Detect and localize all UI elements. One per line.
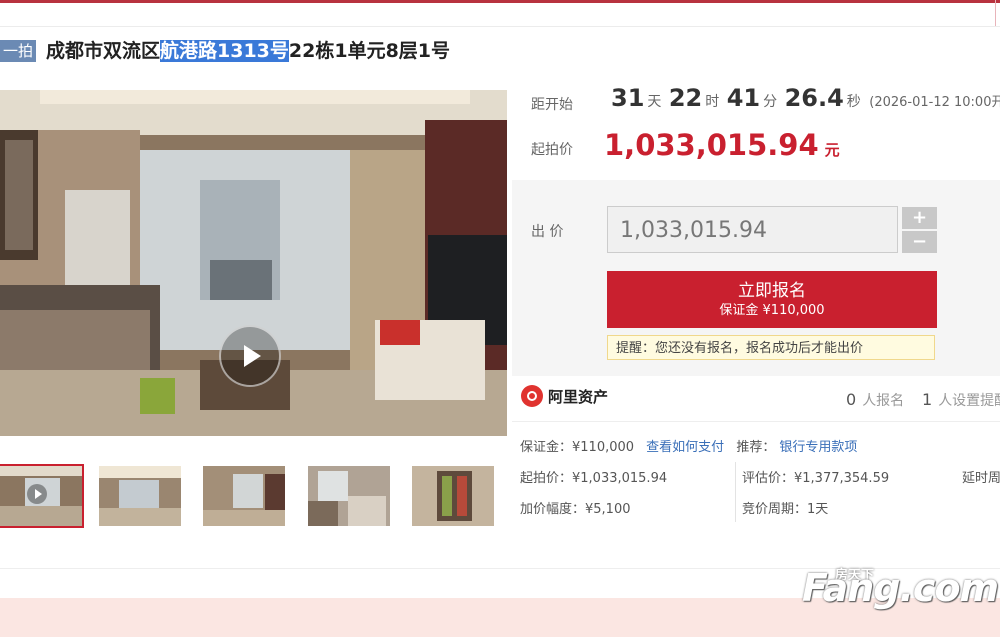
countdown-days: 31 (611, 84, 645, 112)
signup-deposit-label: 保证金 ¥110,000 (719, 303, 825, 318)
signup-button-label: 立即报名 (738, 281, 806, 301)
reminder-tip: 提醒：您还没有报名，报名成功后才能出价 (607, 335, 935, 360)
signup-count-label: 人报名 (862, 393, 905, 409)
countdown-timer: 31天 22时 41分 26.4秒 (2026-01-12 10:00开拍) (608, 84, 1000, 112)
start-time-note: (2026-01-12 10:00开拍) (869, 95, 1000, 110)
recommend-label: 推荐： (736, 440, 776, 455)
days-unit: 天 (647, 94, 662, 110)
countdown-minutes: 41 (726, 84, 761, 112)
delay-cycle-label: 延时周 (962, 471, 1000, 486)
signup-count-value: 0 (846, 390, 857, 409)
bidding-cycle: 竞价周期：1天 (742, 502, 829, 517)
bid-amount-input[interactable]: 1,033,015.94 (607, 206, 898, 253)
auction-round-badge: 一拍 (0, 40, 36, 62)
hours-unit: 时 (705, 94, 720, 110)
deposit-row: 保证金：¥110,000 查看如何支付 推荐： 银行专用款项 (520, 436, 857, 455)
title-unit: 22栋1单元8层1号 (288, 40, 451, 62)
fang-watermark: Fang.com (802, 566, 999, 610)
thumbnail-2[interactable] (99, 466, 181, 526)
platform-name: 阿里资产 (548, 388, 609, 406)
start-price-label: 起拍价 (531, 142, 573, 158)
thumbnail-image (99, 466, 181, 526)
signup-button[interactable]: 立即报名 保证金 ¥110,000 (607, 271, 937, 328)
thumbnail-play-icon (27, 484, 47, 504)
countdown-hours: 22 (668, 84, 703, 112)
top-frame-edge (995, 0, 1000, 27)
seconds-unit: 秒 (846, 94, 861, 110)
thumbnail-image (203, 466, 285, 526)
thumbnail-image (308, 466, 390, 526)
reminder-count-value: 1 (922, 390, 933, 409)
signup-count: 0 人报名 (846, 390, 904, 410)
detail-column-divider (735, 462, 736, 522)
header-divider (0, 26, 1000, 27)
ali-assets-logo-icon (521, 385, 543, 407)
title-district: 成都市双流区 (46, 40, 161, 62)
title-selected-text[interactable]: 航港路1313号 (160, 40, 289, 62)
bank-account-link[interactable]: 银行专用款项 (779, 440, 857, 455)
how-to-pay-link[interactable]: 查看如何支付 (646, 440, 724, 455)
thumbnail-image (412, 466, 494, 526)
appraisal-price: 评估价：¥1,377,354.59 (742, 471, 890, 486)
detail-start-price: 起拍价：¥1,033,015.94 (520, 471, 668, 486)
thumbnail-5[interactable] (412, 466, 494, 526)
reminder-count-label: 人设置提醒 (938, 393, 1000, 409)
thumbnail-video[interactable] (0, 464, 84, 528)
main-property-photo[interactable] (0, 90, 507, 436)
start-price-unit: 元 (824, 141, 840, 159)
video-play-icon[interactable] (219, 325, 281, 387)
bid-increment: 加价幅度：¥5,100 (520, 502, 631, 517)
deposit-amount: 保证金：¥110,000 (520, 440, 635, 455)
reminder-count: 1 人设置提醒 (922, 390, 1000, 410)
thumbnail-4[interactable] (308, 466, 390, 526)
increase-bid-button[interactable]: + (902, 207, 937, 229)
top-accent-line (0, 0, 1000, 3)
thumbnail-3[interactable] (203, 466, 285, 526)
platform-divider (512, 421, 1000, 422)
page-title: 成都市双流区航港路1313号22栋1单元8层1号 (46, 38, 450, 64)
minutes-unit: 分 (763, 94, 778, 110)
bid-label: 出 价 (531, 224, 564, 240)
start-price-value: 1,033,015.94 (604, 128, 819, 162)
countdown-seconds: 26.4 (784, 84, 844, 112)
start-price: 1,033,015.94 元 (604, 128, 840, 162)
decrease-bid-button[interactable]: − (902, 231, 937, 253)
countdown-label: 距开始 (531, 97, 573, 113)
